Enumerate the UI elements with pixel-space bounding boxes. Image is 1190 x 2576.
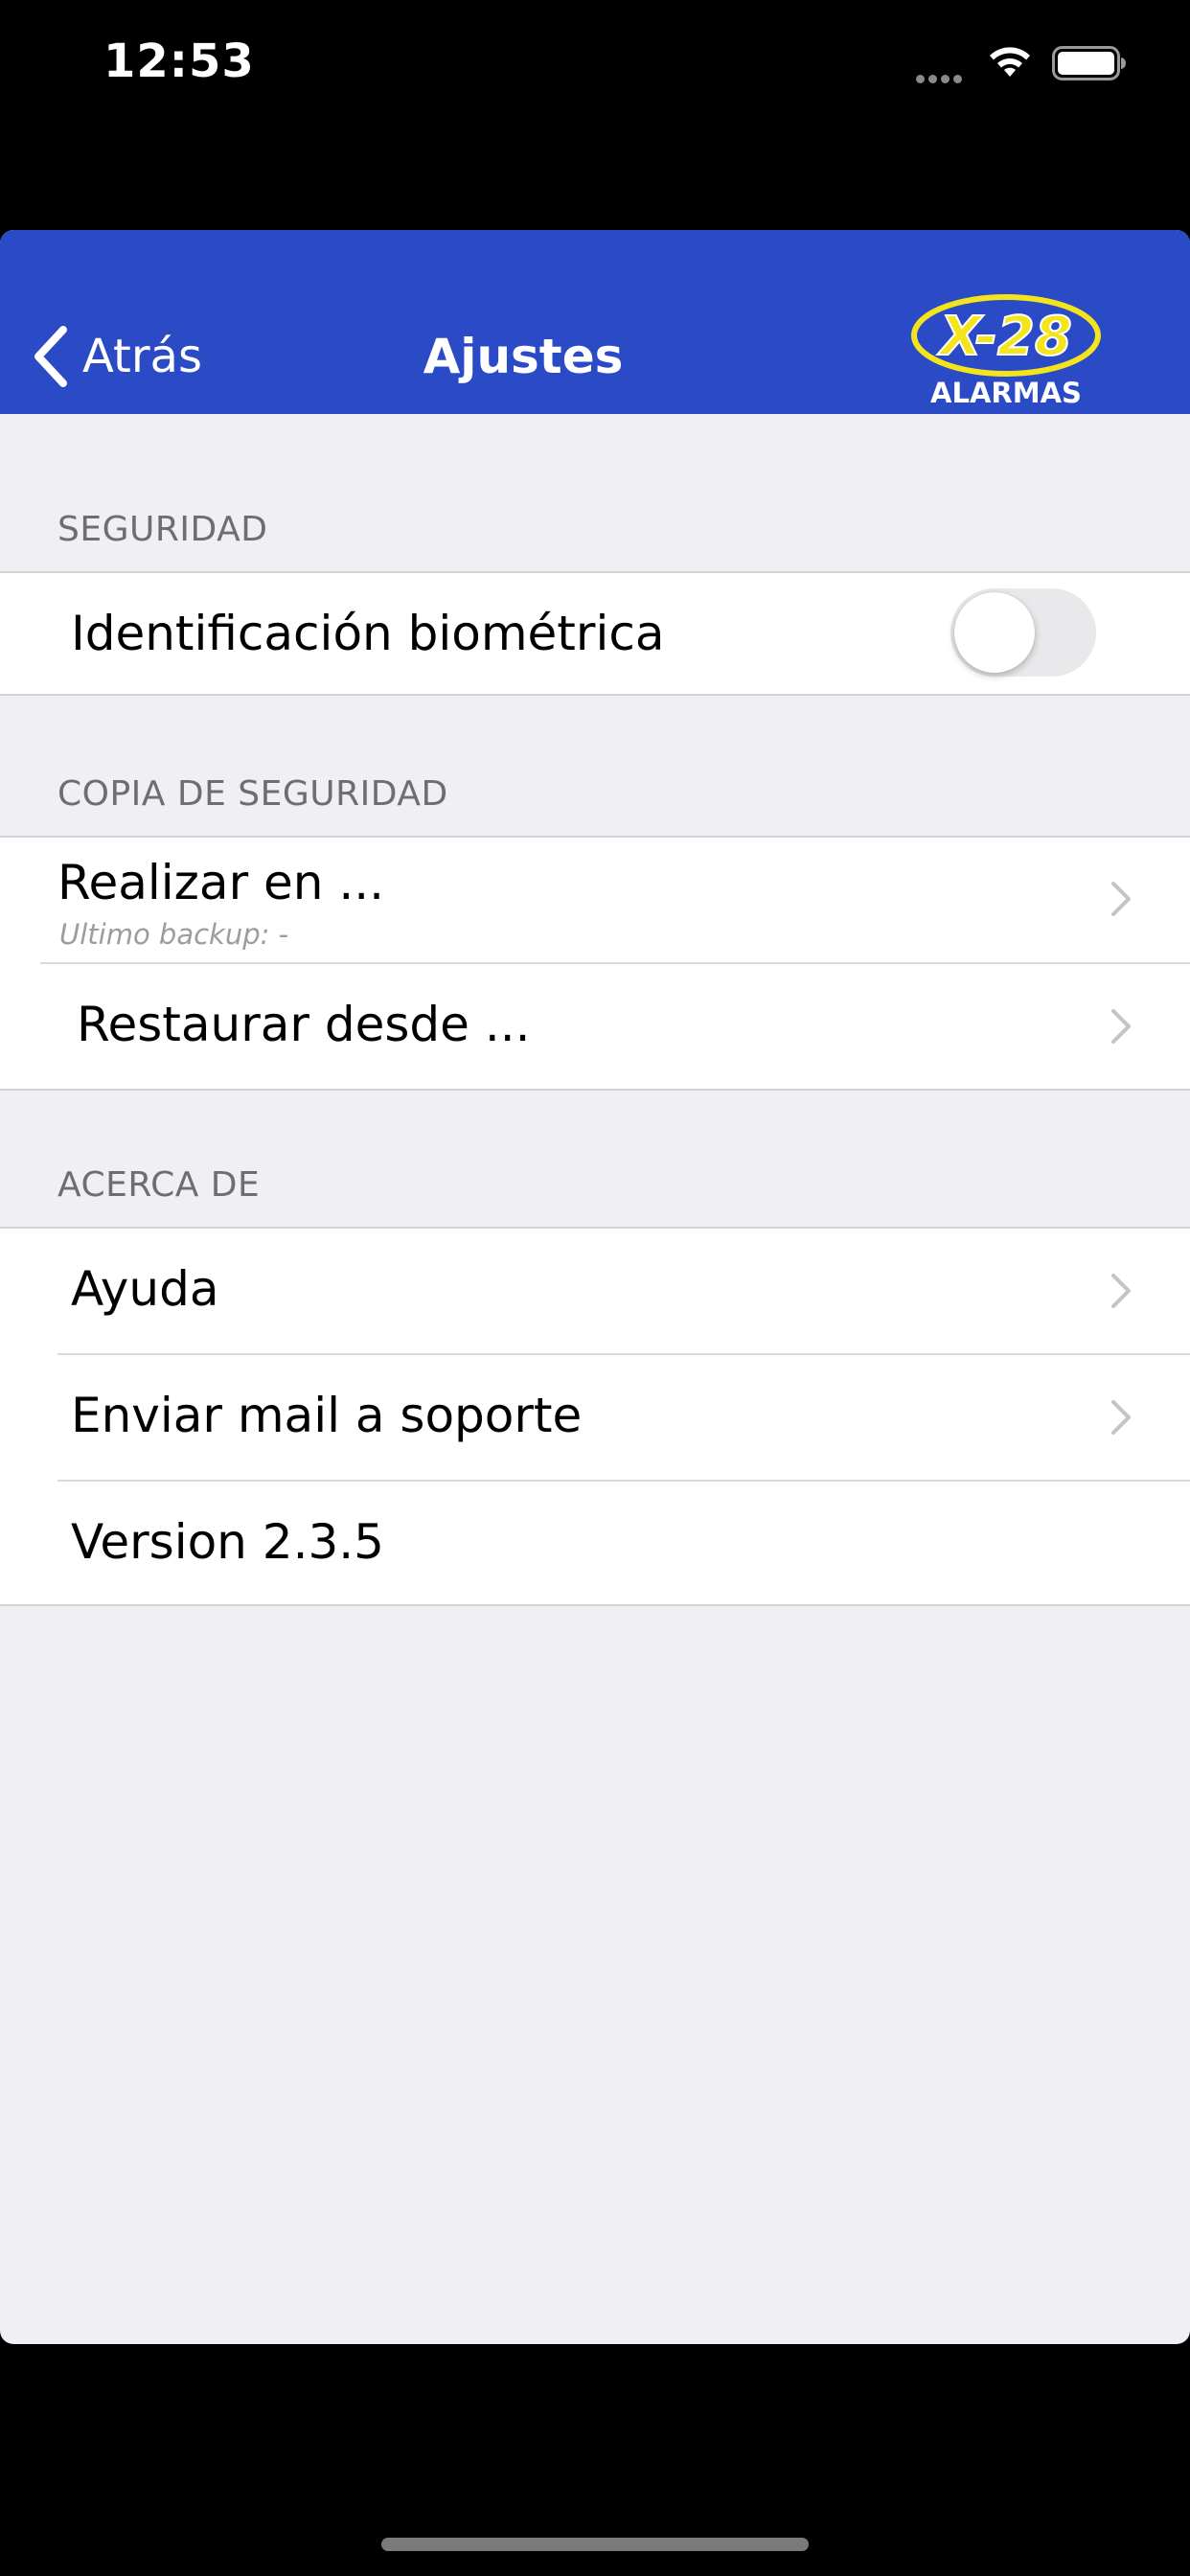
logo-subtitle: ALARMAS bbox=[930, 377, 1082, 406]
support-label: Enviar mail a soporte bbox=[71, 1388, 583, 1443]
biometric-toggle[interactable] bbox=[950, 588, 1096, 677]
backup-label: Realizar en ... bbox=[57, 855, 385, 910]
x28-logo: X-28 ALARMAS bbox=[911, 294, 1101, 406]
signal-dots-icon bbox=[916, 69, 966, 87]
chevron-right-icon bbox=[1111, 1400, 1131, 1435]
restore-label: Restaurar desde ... bbox=[77, 997, 531, 1052]
home-indicator[interactable] bbox=[381, 2538, 809, 2551]
status-time: 12:53 bbox=[103, 34, 255, 88]
section-header-security: SEGURIDAD bbox=[57, 510, 268, 549]
chevron-right-icon bbox=[1111, 1009, 1131, 1044]
navigation-bar: Atrás Ajustes X-28 ALARMAS bbox=[0, 230, 1190, 414]
version-row: Version 2.3.5 bbox=[0, 1482, 1190, 1604]
backup-group: Realizar en ... Ultimo backup: - Restaur… bbox=[0, 836, 1190, 1091]
help-label: Ayuda bbox=[71, 1261, 219, 1317]
section-header-about: ACERCA DE bbox=[57, 1165, 261, 1205]
biometric-label: Identificación biométrica bbox=[71, 606, 665, 661]
version-label: Version 2.3.5 bbox=[71, 1514, 384, 1570]
restore-row[interactable]: Restaurar desde ... bbox=[0, 964, 1190, 1089]
status-bar: 12:53 bbox=[0, 0, 1190, 134]
about-group: Ayuda Enviar mail a soporte Version 2.3.… bbox=[0, 1227, 1190, 1606]
security-group: Identificación biométrica bbox=[0, 571, 1190, 696]
toggle-knob bbox=[954, 592, 1035, 673]
logo-text: X-28 bbox=[937, 306, 1072, 368]
chevron-right-icon bbox=[1111, 1274, 1131, 1308]
support-row[interactable]: Enviar mail a soporte bbox=[0, 1355, 1190, 1480]
settings-sheet: Atrás Ajustes X-28 ALARMAS SEGURIDAD Ide… bbox=[0, 230, 1190, 2344]
section-header-backup: COPIA DE SEGURIDAD bbox=[57, 774, 448, 814]
battery-icon bbox=[1052, 46, 1126, 80]
backup-row[interactable]: Realizar en ... Ultimo backup: - bbox=[0, 838, 1190, 962]
backup-subtitle: Ultimo backup: - bbox=[59, 918, 289, 951]
help-row[interactable]: Ayuda bbox=[0, 1229, 1190, 1353]
wifi-icon bbox=[990, 47, 1030, 77]
chevron-right-icon bbox=[1111, 882, 1131, 916]
page-title: Ajustes bbox=[423, 329, 624, 384]
biometric-row: Identificación biométrica bbox=[0, 573, 1190, 694]
